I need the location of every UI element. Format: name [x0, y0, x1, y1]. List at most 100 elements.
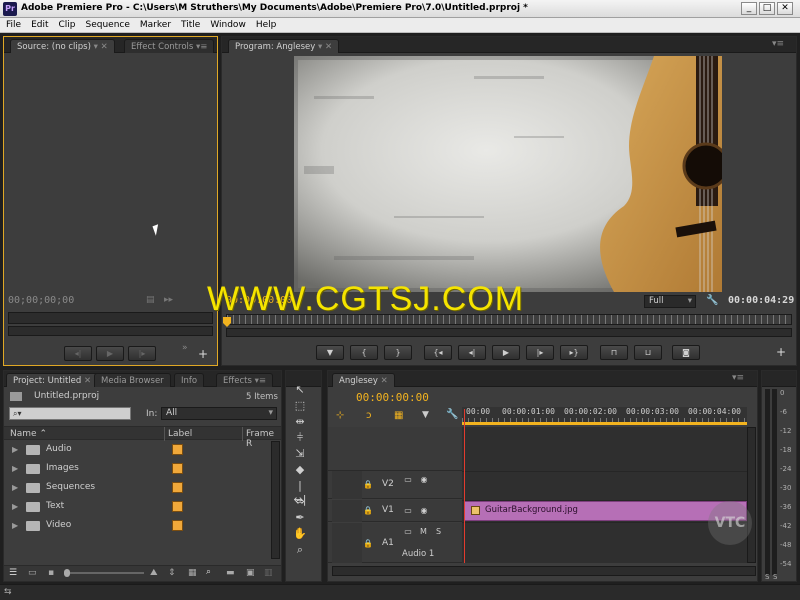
- program-wrench-icon[interactable]: 🔧: [706, 295, 718, 306]
- track-target-area[interactable]: [332, 471, 362, 499]
- project-scrollbar[interactable]: [271, 441, 280, 559]
- menu-edit[interactable]: Edit: [25, 18, 52, 32]
- track-output-icon[interactable]: ▭: [402, 475, 414, 485]
- selection-tool-icon[interactable]: ↖: [292, 383, 308, 397]
- ripple-edit-tool-icon[interactable]: ⇹: [292, 415, 308, 429]
- menu-sequence[interactable]: Sequence: [80, 18, 134, 32]
- timeline-zoom-bar[interactable]: [332, 566, 756, 576]
- source-scrubber[interactable]: [8, 312, 213, 324]
- expand-triangle-icon[interactable]: ▶: [12, 521, 18, 530]
- solo-button[interactable]: S: [436, 527, 441, 536]
- go-to-out-button[interactable]: ▸}: [560, 345, 588, 360]
- new-bin-icon[interactable]: ▬: [226, 568, 235, 578]
- track-header-v2[interactable]: 🔒 V2 ▭ ◉: [328, 471, 462, 499]
- source-settings-icon[interactable]: ▤: [146, 295, 155, 305]
- tab-source[interactable]: Source: (no clips) ▾ ✕: [10, 39, 115, 53]
- column-label[interactable]: Label: [168, 429, 192, 439]
- hand-tool-icon[interactable]: ✋: [292, 527, 308, 541]
- snap-icon[interactable]: ⊹: [336, 410, 344, 421]
- add-marker-button[interactable]: ▼: [316, 345, 344, 360]
- tab-effect-controls[interactable]: Effect Controls ▾≡: [124, 39, 215, 53]
- tab-project[interactable]: Project: Untitled ✕: [6, 373, 99, 387]
- track-header-v1[interactable]: 🔒 V1 ▭ ◉: [328, 500, 462, 522]
- program-zoom-bar[interactable]: [226, 328, 792, 337]
- timeline-timecode[interactable]: 00:00:00:00: [356, 391, 429, 404]
- lift-button[interactable]: ⊓: [600, 345, 628, 360]
- track-header-a1[interactable]: 🔒 A1 ▭ M S Audio 1: [328, 523, 462, 563]
- marker-icon[interactable]: ▼: [422, 410, 429, 420]
- mark-in-button[interactable]: {: [350, 345, 378, 360]
- source-viewer[interactable]: [4, 54, 217, 294]
- menu-marker[interactable]: Marker: [134, 18, 175, 32]
- automate-icon[interactable]: ▦: [188, 568, 197, 578]
- timeline-ruler[interactable]: 00:00 00:00:01:00 00:00:02:00 00:00:03:0…: [462, 407, 747, 425]
- meter-solo-right[interactable]: S: [773, 573, 777, 581]
- program-zoom-select[interactable]: Full ▾: [644, 295, 696, 308]
- track-target-area[interactable]: [332, 500, 362, 522]
- eye-icon[interactable]: ◉: [418, 506, 430, 516]
- close-button[interactable]: ✕: [777, 2, 793, 15]
- expand-triangle-icon[interactable]: ▶: [12, 502, 18, 511]
- lock-icon[interactable]: 🔒: [362, 506, 374, 516]
- add-marker-icon[interactable]: ▦: [394, 410, 403, 421]
- expand-triangle-icon[interactable]: ▶: [12, 483, 18, 492]
- column-name[interactable]: Name ⌃: [10, 429, 47, 439]
- zoom-slider-thumb[interactable]: [64, 569, 70, 577]
- track-target-area[interactable]: [332, 523, 362, 563]
- timeline-panel-menu-icon[interactable]: ▾≡: [732, 373, 744, 383]
- track-output-icon[interactable]: ▭: [402, 506, 414, 516]
- lock-icon[interactable]: 🔒: [362, 539, 374, 549]
- source-zoom-bar[interactable]: [8, 326, 213, 336]
- bin-row-sequences[interactable]: ▶ Sequences: [4, 479, 272, 498]
- source-add-button[interactable]: +: [198, 347, 208, 361]
- project-in-select[interactable]: All ▾: [161, 407, 277, 420]
- menu-file[interactable]: File: [0, 18, 25, 32]
- icon-view-icon[interactable]: ▭: [28, 568, 37, 578]
- slip-tool-icon[interactable]: |↔|: [292, 479, 308, 506]
- sort-icon[interactable]: ⇕: [168, 568, 176, 578]
- zoom-tool-icon[interactable]: ⌕: [292, 543, 308, 557]
- bin-row-audio[interactable]: ▶ Audio: [4, 441, 272, 460]
- clip-guitar-background[interactable]: GuitarBackground.jpg: [464, 501, 747, 521]
- linked-selection-icon[interactable]: ↄ: [366, 410, 372, 421]
- new-item-icon[interactable]: ▣: [246, 568, 255, 578]
- meter-solo-left[interactable]: S: [765, 573, 769, 581]
- list-view-icon[interactable]: ☰: [9, 568, 17, 578]
- expand-triangle-icon[interactable]: ▶: [12, 445, 18, 454]
- eye-icon[interactable]: ◉: [418, 475, 430, 485]
- rolling-edit-tool-icon[interactable]: ⫩: [292, 431, 308, 445]
- slide-tool-icon[interactable]: ⇔: [292, 495, 308, 509]
- rate-stretch-tool-icon[interactable]: ⇲: [292, 447, 308, 461]
- bin-row-images[interactable]: ▶ Images: [4, 460, 272, 479]
- tab-effects[interactable]: Effects ▾≡: [216, 373, 273, 387]
- razor-tool-icon[interactable]: ◆: [292, 463, 308, 477]
- tab-media-browser[interactable]: Media Browser: [94, 373, 171, 387]
- bin-row-text[interactable]: ▶ Text: [4, 498, 272, 517]
- tab-program[interactable]: Program: Anglesey ▾ ✕: [228, 39, 340, 53]
- mark-out-button[interactable]: }: [384, 345, 412, 360]
- freeform-view-icon[interactable]: ▪: [48, 568, 54, 578]
- source-export-icon[interactable]: ▸▸: [164, 295, 173, 305]
- source-timecode[interactable]: 00;00;00;00: [8, 295, 74, 306]
- tab-sequence-anglesey[interactable]: Anglesey ✕: [332, 373, 395, 387]
- timeline-tracks-area[interactable]: GuitarBackground.jpg: [462, 409, 747, 563]
- extract-button[interactable]: ⊔: [634, 345, 662, 360]
- minimize-button[interactable]: _: [741, 2, 757, 15]
- tab-info[interactable]: Info: [174, 373, 205, 387]
- track-select-tool-icon[interactable]: ⬚: [292, 399, 308, 413]
- menu-title[interactable]: Title: [175, 18, 204, 32]
- bin-row-video[interactable]: ▶ Video: [4, 517, 272, 536]
- timeline-wrench-icon[interactable]: 🔧: [446, 409, 458, 420]
- find-icon[interactable]: ⌕: [206, 567, 211, 577]
- source-step-back-button[interactable]: ◂|: [64, 346, 92, 361]
- menu-help[interactable]: Help: [250, 18, 281, 32]
- expand-triangle-icon[interactable]: ▶: [12, 464, 18, 473]
- step-back-button[interactable]: ◂|: [458, 345, 486, 360]
- mute-button[interactable]: M: [420, 527, 427, 536]
- timeline-playhead-line[interactable]: [464, 409, 465, 563]
- program-viewer[interactable]: [222, 54, 796, 294]
- export-frame-camera-icon[interactable]: ◙: [672, 345, 700, 360]
- project-search-input[interactable]: ⌕▾: [9, 407, 131, 420]
- lock-icon[interactable]: 🔒: [362, 480, 374, 490]
- trash-icon[interactable]: ▥: [264, 568, 273, 578]
